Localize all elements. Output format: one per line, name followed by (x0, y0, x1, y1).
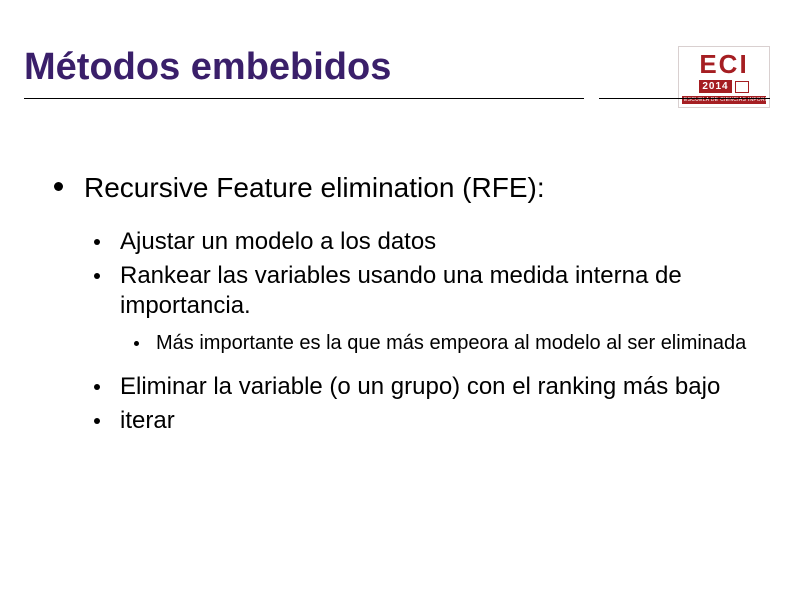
list-item: Más importante es la que más empeora al … (134, 331, 754, 356)
bullet-list-level2: Ajustar un modelo a los datos Rankear la… (94, 227, 754, 436)
logo-abbr: ECI (699, 51, 748, 77)
logo-decoration-box (735, 81, 749, 93)
list-item: Ajustar un modelo a los datos (94, 227, 754, 257)
slide: Métodos embebidos ECI 2014 ESCUELA DE CI… (0, 0, 794, 595)
logo-mid-row: 2014 (699, 80, 748, 93)
list-item-text: Recursive Feature elimination (RFE): (84, 172, 545, 203)
list-item-text: Eliminar la variable (o un grupo) con el… (120, 373, 720, 400)
list-item-text: iterar (120, 407, 175, 434)
list-item: Rankear las variables usando una medida … (94, 261, 754, 356)
title-underline (24, 98, 770, 100)
logo-year: 2014 (699, 80, 731, 93)
list-item-text: Ajustar un modelo a los datos (120, 228, 436, 255)
bullet-list-level1: Recursive Feature elimination (RFE): Aju… (54, 170, 754, 436)
list-item: Eliminar la variable (o un grupo) con el… (94, 372, 754, 402)
list-item: iterar (94, 406, 754, 436)
slide-title: Métodos embebidos (24, 46, 678, 89)
list-item-text: Rankear las variables usando una medida … (120, 262, 682, 319)
list-item: Recursive Feature elimination (RFE): Aju… (54, 170, 754, 436)
bullet-list-level3: Más importante es la que más empeora al … (134, 331, 754, 356)
list-item-text: Más importante es la que más empeora al … (156, 332, 746, 354)
content-area: Recursive Feature elimination (RFE): Aju… (54, 170, 754, 444)
